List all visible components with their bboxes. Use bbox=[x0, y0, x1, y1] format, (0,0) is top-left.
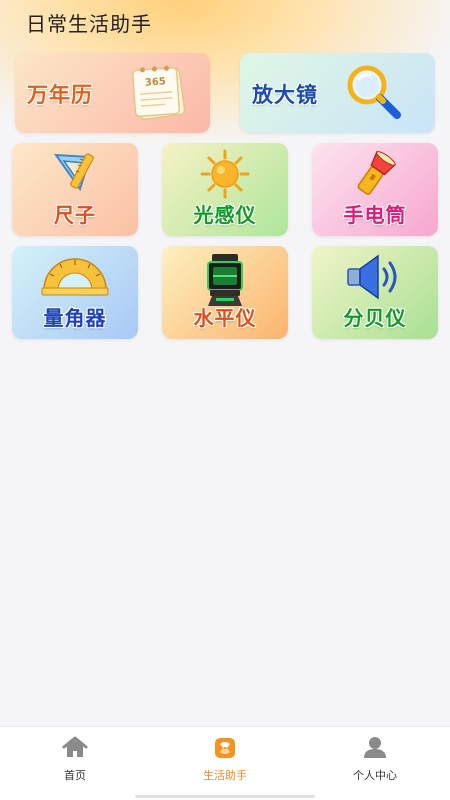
ruler-icon bbox=[50, 149, 100, 201]
calendar-card[interactable]: 万年历 365 bbox=[15, 53, 210, 133]
nav-label-profile: 个人中心 bbox=[353, 769, 397, 782]
home-indicator bbox=[135, 795, 315, 798]
nav-label-home: 首页 bbox=[64, 769, 86, 782]
decibel-label: 分贝仪 bbox=[343, 306, 407, 330]
light-meter-label: 光感仪 bbox=[193, 203, 257, 227]
bottom-nav: 首页 生活助手 个人中心 bbox=[0, 726, 450, 800]
decibel-card[interactable]: 分贝仪 bbox=[312, 246, 438, 339]
light-meter-card[interactable]: 光感仪 bbox=[162, 143, 288, 236]
calendar-365-icon: 365 bbox=[128, 61, 190, 127]
magnifier-icon bbox=[343, 63, 407, 129]
level-card[interactable]: 水平仪 bbox=[162, 246, 288, 339]
level-label: 水平仪 bbox=[193, 306, 257, 330]
nav-item-home[interactable]: 首页 bbox=[0, 727, 150, 800]
calendar-label: 万年历 bbox=[27, 83, 93, 107]
calendar-badge: 365 bbox=[145, 76, 167, 88]
home-icon bbox=[62, 736, 88, 762]
magnifier-label: 放大镜 bbox=[252, 83, 318, 107]
flashlight-label: 手电筒 bbox=[343, 203, 407, 227]
page-title: 日常生活助手 bbox=[26, 12, 152, 36]
protractor-label: 量角器 bbox=[43, 306, 107, 330]
flashlight-card[interactable]: 手电筒 bbox=[312, 143, 438, 236]
ruler-card[interactable]: 尺子 bbox=[12, 143, 138, 236]
sun-icon bbox=[198, 149, 252, 203]
life-assistant-icon bbox=[213, 736, 237, 764]
speaker-icon bbox=[344, 252, 406, 306]
magnifier-card[interactable]: 放大镜 bbox=[240, 53, 435, 133]
nav-label-life-assistant: 生活助手 bbox=[203, 769, 247, 782]
ruler-label: 尺子 bbox=[54, 203, 96, 227]
nav-item-life-assistant[interactable]: 生活助手 bbox=[150, 727, 300, 800]
nav-item-profile[interactable]: 个人中心 bbox=[300, 727, 450, 800]
protractor-icon bbox=[40, 252, 110, 302]
user-icon bbox=[363, 736, 387, 762]
protractor-card[interactable]: 量角器 bbox=[12, 246, 138, 339]
flashlight-icon bbox=[350, 149, 400, 203]
